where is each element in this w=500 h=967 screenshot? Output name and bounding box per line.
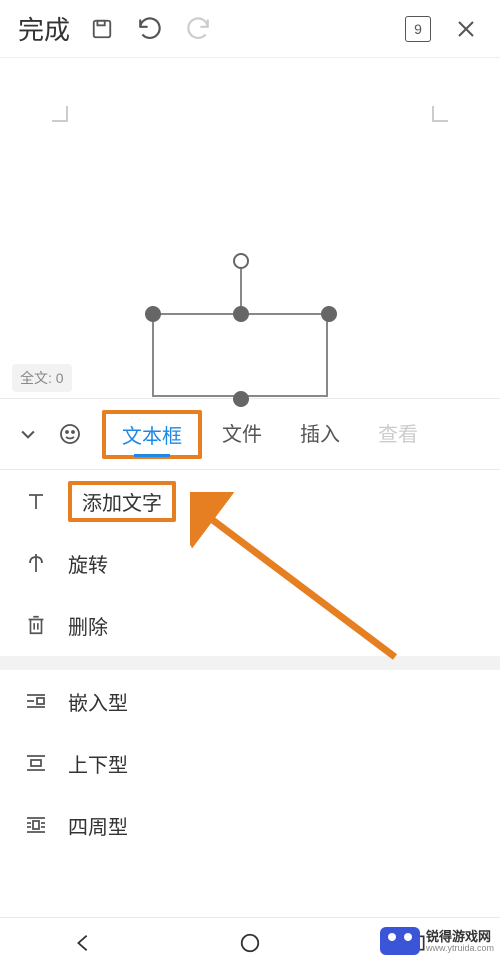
action-delete-label: 删除: [68, 611, 108, 640]
system-nav-bar: [0, 917, 500, 967]
resize-handle[interactable]: [233, 391, 249, 407]
textbox-actions: 添加文字 旋转 删除: [0, 470, 500, 656]
tab-file[interactable]: 文件: [204, 410, 280, 459]
close-icon[interactable]: [444, 7, 488, 51]
action-add-text-label: 添加文字: [68, 481, 176, 522]
save-icon[interactable]: [80, 7, 124, 51]
wrap-square-icon: [22, 813, 50, 837]
redo-icon: [176, 7, 220, 51]
text-icon: [22, 489, 50, 513]
page-count-badge[interactable]: 9: [396, 7, 440, 51]
wrap-topbottom-label: 上下型: [68, 749, 128, 778]
page-margin-corner: [52, 106, 68, 122]
selected-textbox[interactable]: [152, 253, 334, 403]
wrap-inline-icon: [22, 689, 50, 713]
action-add-text[interactable]: 添加文字: [0, 470, 500, 532]
action-delete[interactable]: 删除: [0, 594, 500, 656]
section-divider: [0, 656, 500, 670]
nav-recent-icon[interactable]: [400, 926, 434, 960]
top-toolbar: 完成 9: [0, 0, 500, 58]
nav-home-icon[interactable]: [233, 926, 267, 960]
word-count-badge[interactable]: 全文: 0: [12, 364, 72, 392]
nav-back-icon[interactable]: [66, 926, 100, 960]
wrap-topbottom-icon: [22, 751, 50, 775]
collapse-panel-icon[interactable]: [10, 416, 46, 452]
page-margin-corner: [432, 106, 448, 122]
undo-icon[interactable]: [128, 7, 172, 51]
trash-icon: [22, 614, 50, 636]
wrap-inline-label: 嵌入型: [68, 687, 128, 716]
resize-handle[interactable]: [233, 306, 249, 322]
wrap-square[interactable]: 四周型: [0, 794, 500, 856]
assistant-icon[interactable]: [52, 416, 88, 452]
wrap-mode-list: 嵌入型 上下型 四周型: [0, 670, 500, 856]
resize-handle[interactable]: [145, 306, 161, 322]
document-canvas[interactable]: 全文: 0: [0, 58, 500, 398]
tool-tab-bar: 文本框 文件 插入 查看: [0, 398, 500, 470]
tab-insert[interactable]: 插入: [282, 410, 358, 459]
wrap-square-label: 四周型: [68, 811, 128, 840]
done-button[interactable]: 完成: [12, 6, 76, 51]
wrap-inline[interactable]: 嵌入型: [0, 670, 500, 732]
tab-view[interactable]: 查看: [360, 410, 436, 459]
resize-handle[interactable]: [321, 306, 337, 322]
tab-textbox[interactable]: 文本框: [102, 410, 202, 459]
tab-list: 文本框 文件 插入 查看: [102, 410, 490, 459]
action-rotate-label: 旋转: [68, 549, 108, 578]
rotate-icon: [22, 551, 50, 575]
wrap-top-bottom[interactable]: 上下型: [0, 732, 500, 794]
textbox-shape[interactable]: [152, 313, 328, 397]
rotate-connector: [240, 269, 242, 309]
action-rotate[interactable]: 旋转: [0, 532, 500, 594]
rotate-handle[interactable]: [233, 253, 249, 269]
